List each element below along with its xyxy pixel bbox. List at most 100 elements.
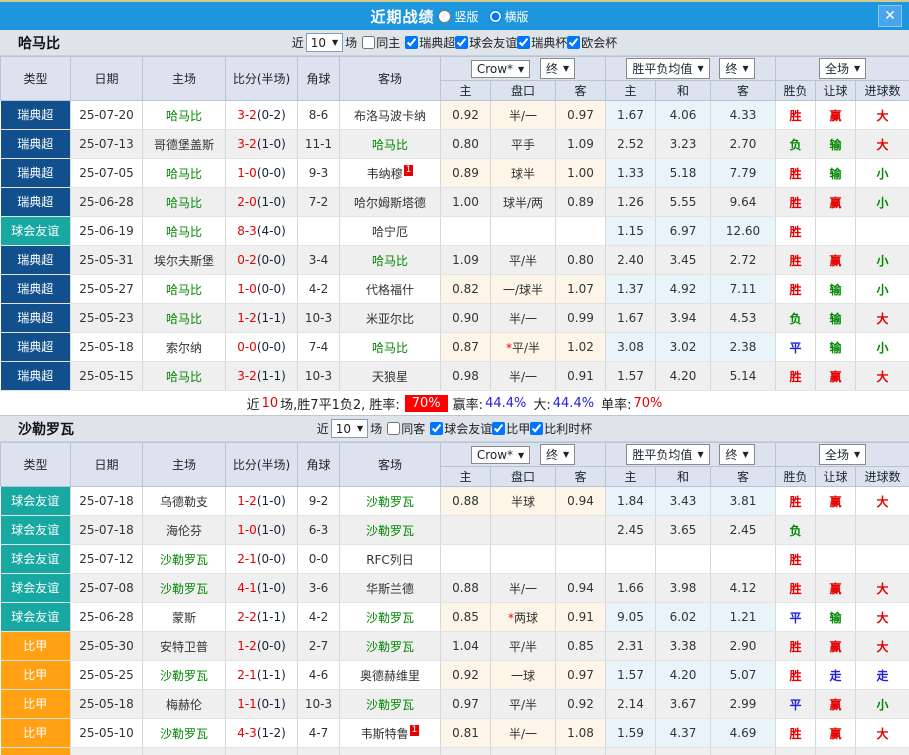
league-checkbox[interactable]	[430, 421, 444, 435]
league-filter[interactable]: 瑞典超	[405, 34, 455, 51]
handicap-cell: 平/半	[490, 689, 556, 719]
league-checkbox[interactable]	[530, 421, 544, 435]
league-cell: 球会友谊	[0, 515, 71, 545]
chevron-down-icon: ▼	[563, 64, 570, 73]
away-odds-cell: 1.07	[555, 274, 606, 304]
final-dropdown[interactable]: 终 ▼	[719, 58, 755, 79]
score-cell: 2-0(1-0)	[225, 187, 298, 217]
league-filter[interactable]: 球会友谊	[430, 420, 492, 437]
corner-cell: 4-2	[297, 274, 340, 304]
match-date: 25-05-30	[70, 631, 143, 661]
result-cell: 平	[775, 332, 817, 362]
col-score: 比分(半场)	[225, 56, 298, 101]
summary-prefix: 近	[246, 397, 260, 413]
home-odds-cell: 1.09	[440, 245, 491, 275]
match-count-select[interactable]: 10 ▼	[330, 419, 369, 438]
final-dropdown[interactable]: 终 ▼	[540, 444, 576, 465]
league-filter[interactable]: 比利时杯	[530, 420, 592, 437]
corner-cell: 10-3	[297, 303, 340, 333]
corner-cell: 6-3	[297, 515, 340, 545]
match-date: 25-05-18	[70, 332, 143, 362]
league-filter[interactable]: 欧会杯	[567, 34, 617, 51]
handicap-result-cell: 赢	[815, 718, 857, 748]
odds-source-dropdown[interactable]: Crow* ▼	[470, 446, 531, 464]
match-row: 瑞典超 25-05-31 埃尔夫斯堡 0-2(0-0) 3-4 哈马比 1.09 平/半 0.8…	[0, 245, 909, 275]
match-row: 球会友谊 25-07-18 乌德勒支 1-2(1-0) 9-2 沙勒罗瓦 0.88 半球 0.9…	[0, 486, 909, 516]
league-checkbox[interactable]	[567, 35, 581, 49]
col-corner: 角球	[297, 442, 340, 487]
home-team: 海伦芬	[142, 515, 226, 545]
col-date: 日期	[70, 442, 143, 487]
home-odds-cell: 0.80	[440, 129, 491, 159]
full-time-score: 1-0	[237, 166, 257, 180]
away-team: 韦纳穆 1	[339, 158, 441, 188]
match-count-select[interactable]: 10 ▼	[305, 33, 344, 52]
radio-icon[interactable]	[438, 9, 452, 23]
layout-radio-option[interactable]: 竖版	[438, 8, 479, 25]
half-time-score: (0-0)	[256, 639, 286, 653]
wdl-mean-dropdown[interactable]: 胜平负均值 ▼	[626, 444, 710, 465]
odds-source-dropdown[interactable]: Crow* ▼	[470, 60, 531, 78]
score-cell: 4-3(1-2)	[225, 718, 298, 748]
handicap-cell	[490, 544, 556, 574]
half-time-score: (0-0)	[256, 340, 286, 354]
wdl-mean-dropdown[interactable]: 胜平负均值 ▼	[626, 58, 710, 79]
handicap-result-cell	[815, 216, 857, 246]
league-checkbox[interactable]	[517, 35, 531, 49]
full-match-dropdown[interactable]: 全场 ▼	[818, 444, 867, 465]
radio-icon[interactable]	[488, 9, 502, 23]
away-team: 哈尔姆斯塔德	[339, 187, 441, 217]
score-cell: 2-2(1-1)	[225, 602, 298, 632]
match-date: 25-07-12	[70, 544, 143, 574]
half-time-score: (0-0)	[256, 253, 286, 267]
home-odds-cell	[440, 515, 491, 545]
away-odds-cell: 0.91	[555, 602, 606, 632]
sub-col-mean-home: 主	[605, 80, 656, 101]
same-venue-checkbox[interactable]	[362, 36, 376, 49]
league-filter[interactable]: 球会友谊	[455, 34, 517, 51]
final-dropdown[interactable]: 终 ▼	[719, 444, 755, 465]
mean-home-cell: 1.84	[605, 486, 656, 516]
same-venue-checkbox[interactable]	[387, 422, 401, 435]
sub-col-mean-away: 客	[709, 80, 777, 101]
full-time-score: 2-0	[237, 195, 257, 209]
mean-draw-cell: 4.92	[655, 274, 711, 304]
full-time-score: 2-1	[237, 552, 257, 566]
mean-draw-cell: 6.97	[655, 216, 711, 246]
goals-result-cell	[855, 544, 909, 574]
wdl-group-header: 胜平负均值 ▼ 终 ▼	[604, 442, 777, 467]
league-filter[interactable]: 瑞典杯	[517, 34, 567, 51]
title-bar: 近期战绩 竖版 横版 ✕	[0, 0, 909, 30]
col-type: 类型	[0, 442, 71, 487]
fullmatch-group-header: 全场 ▼	[775, 56, 909, 81]
home-odds-cell: 0.82	[440, 274, 491, 304]
match-date: 25-05-25	[70, 660, 143, 690]
chevron-down-icon: ▼	[518, 450, 525, 460]
mean-away-cell: 4.69	[710, 718, 777, 748]
league-filter[interactable]: 比甲	[492, 420, 530, 437]
match-date: 25-05-23	[70, 303, 143, 333]
half-time-score: (0-1)	[256, 697, 286, 711]
mean-draw-cell: 3.38	[655, 631, 711, 661]
mean-away-cell: 2.45	[710, 515, 777, 545]
away-odds-cell: 0.94	[555, 486, 606, 516]
away-team: RFC列日	[339, 544, 441, 574]
chevron-down-icon: ▼	[563, 450, 570, 459]
final-dropdown[interactable]: 终 ▼	[540, 58, 576, 79]
goals-result-cell: 大	[855, 718, 909, 748]
same-venue-filter[interactable]: 同主	[362, 34, 400, 51]
league-checkbox[interactable]	[455, 35, 469, 49]
league-checkbox[interactable]	[405, 35, 419, 49]
same-venue-filter[interactable]: 同客	[387, 420, 425, 437]
layout-radio-selected[interactable]: 横版	[488, 8, 529, 25]
handicap-group-header: Crow* ▼ 终 ▼	[440, 442, 606, 467]
result-cell: 胜	[775, 158, 817, 188]
win-odds-value: 44.4%	[485, 395, 527, 411]
full-match-dropdown[interactable]: 全场 ▼	[818, 58, 867, 79]
league-checkbox[interactable]	[492, 421, 506, 435]
mean-away-cell: 5.07	[710, 660, 777, 690]
chevron-down-icon: ▼	[742, 64, 749, 73]
close-button[interactable]: ✕	[878, 5, 902, 27]
league-cell: 比甲	[0, 747, 71, 755]
sub-col-mean-draw: 和	[655, 466, 711, 487]
